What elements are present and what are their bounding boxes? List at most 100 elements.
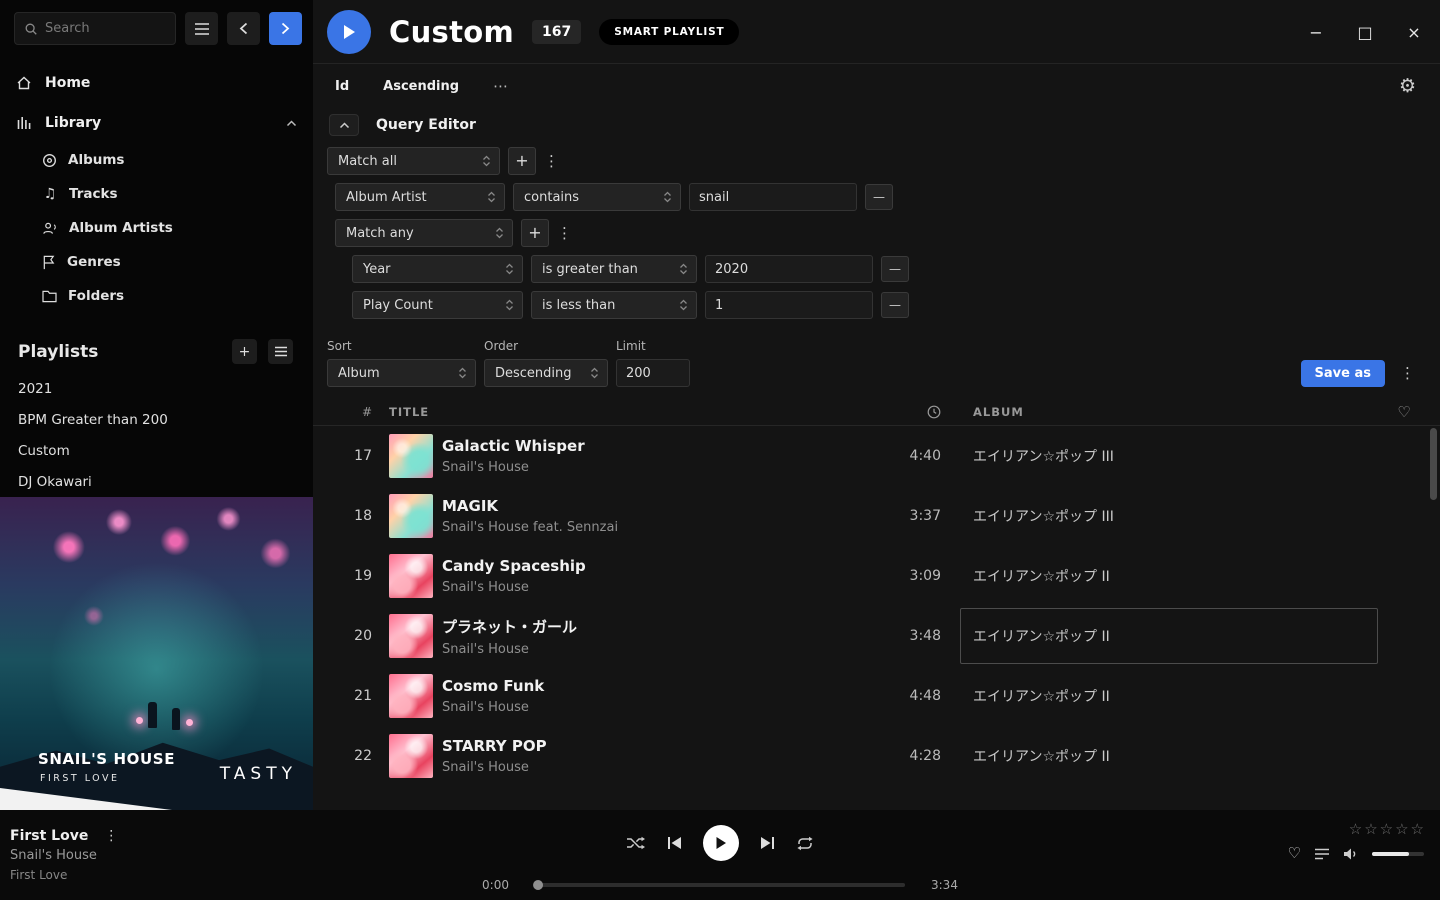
settings-gear-button[interactable]: ⚙ bbox=[1399, 75, 1416, 97]
sidebar-item-library[interactable]: Library bbox=[0, 103, 313, 143]
track-list: 17 Galactic Whisper Snail's House 4:40 エ… bbox=[313, 426, 1440, 810]
shuffle-button[interactable] bbox=[626, 836, 646, 850]
sidebar: Home Library Albums ♫ Tracks bbox=[0, 0, 313, 810]
minimize-button[interactable]: − bbox=[1306, 23, 1326, 42]
star-icon[interactable]: ☆ bbox=[1395, 822, 1408, 837]
now-playing-options-button[interactable]: ⋮ bbox=[104, 828, 118, 844]
rule-operator-select[interactable]: is greater than bbox=[531, 255, 697, 283]
track-duration: 3:37 bbox=[842, 508, 941, 524]
track-title: STARRY POP bbox=[442, 737, 842, 755]
forward-button[interactable] bbox=[269, 12, 302, 45]
sidebar-item-album-artists[interactable]: Album Artists bbox=[0, 211, 313, 245]
playlist-item[interactable]: Custom bbox=[0, 436, 313, 467]
favorite-button[interactable]: ♡ bbox=[1288, 846, 1301, 861]
remove-rule-button[interactable]: — bbox=[881, 292, 909, 318]
star-icon[interactable]: ☆ bbox=[1411, 822, 1424, 837]
previous-track-button[interactable] bbox=[667, 836, 682, 850]
now-playing-album-art[interactable]: SNAIL'S HOUSE FIRST LOVE TASTY bbox=[0, 497, 313, 810]
column-title[interactable]: TITLE bbox=[372, 405, 842, 419]
sidebar-item-albums[interactable]: Albums bbox=[0, 143, 313, 177]
add-playlist-button[interactable]: + bbox=[232, 339, 257, 364]
track-album: エイリアン☆ポップ III bbox=[973, 506, 1424, 526]
rule-operator-select[interactable]: contains bbox=[513, 183, 681, 211]
track-artist: Snail's House bbox=[442, 700, 842, 715]
play-pause-button[interactable] bbox=[703, 825, 739, 861]
heart-icon: ♡ bbox=[1397, 403, 1410, 421]
album-art-thumbnail bbox=[389, 614, 433, 658]
table-row[interactable]: 22 STARRY POP Snail's House 4:28 エイリアン☆ポ… bbox=[313, 726, 1440, 786]
nav-label: Tracks bbox=[69, 186, 118, 202]
playlist-item[interactable]: DJ Okawari bbox=[0, 467, 313, 498]
playlist-item[interactable]: BPM Greater than 200 bbox=[0, 405, 313, 436]
table-row[interactable]: 18 MAGIK Snail's House feat. Sennzai 3:3… bbox=[313, 486, 1440, 546]
sidebar-item-folders[interactable]: Folders bbox=[0, 279, 313, 313]
rule-operator-select[interactable]: is less than bbox=[531, 291, 697, 319]
menu-button[interactable] bbox=[185, 12, 218, 45]
rule-field-select[interactable]: Play Count bbox=[352, 291, 523, 319]
remove-rule-button[interactable]: — bbox=[865, 184, 893, 210]
volume-slider[interactable] bbox=[1372, 852, 1424, 856]
add-rule-button[interactable]: + bbox=[521, 219, 549, 247]
group-options-button[interactable]: ⋮ bbox=[557, 224, 571, 242]
match-type-select[interactable]: Match all bbox=[327, 147, 500, 175]
close-button[interactable]: × bbox=[1404, 23, 1424, 42]
table-row[interactable]: 19 Candy Spaceship Snail's House 3:09 エイ… bbox=[313, 546, 1440, 606]
table-row[interactable]: 17 Galactic Whisper Snail's House 4:40 エ… bbox=[313, 426, 1440, 486]
add-rule-button[interactable]: + bbox=[508, 147, 536, 175]
disc-icon bbox=[42, 153, 57, 168]
playlist-options-button[interactable] bbox=[268, 339, 293, 364]
column-favorite[interactable]: ♡ bbox=[1384, 403, 1424, 421]
select-arrows-icon bbox=[482, 154, 491, 168]
play-playlist-button[interactable] bbox=[327, 10, 371, 54]
sort-direction-button[interactable]: Ascending bbox=[383, 79, 459, 94]
sort-field-button[interactable]: Id bbox=[335, 79, 349, 94]
hamburger-icon bbox=[194, 23, 210, 35]
scrollbar-thumb[interactable] bbox=[1430, 428, 1437, 500]
column-duration[interactable] bbox=[842, 405, 941, 419]
rule-value-input[interactable] bbox=[705, 291, 873, 319]
rule-value-input[interactable] bbox=[705, 255, 873, 283]
more-options-button[interactable]: ⋯ bbox=[493, 77, 509, 95]
seek-knob[interactable] bbox=[533, 880, 543, 890]
order-label: Order bbox=[484, 339, 616, 353]
back-button[interactable] bbox=[227, 12, 260, 45]
sort-select[interactable]: Album bbox=[327, 359, 476, 387]
sidebar-item-tracks[interactable]: ♫ Tracks bbox=[0, 177, 313, 211]
column-number[interactable]: # bbox=[313, 405, 372, 419]
next-track-button[interactable] bbox=[760, 836, 775, 850]
track-artist: Snail's House feat. Sennzai bbox=[442, 520, 842, 535]
music-note-icon: ♫ bbox=[42, 186, 58, 202]
table-row[interactable]: 20 プラネット・ガール Snail's House 3:48 エイリアン☆ポッ… bbox=[313, 606, 1440, 666]
flag-icon bbox=[42, 255, 56, 270]
focused-album-cell[interactable]: エイリアン☆ポップ II bbox=[960, 608, 1378, 664]
limit-input[interactable] bbox=[616, 359, 690, 387]
rating-stars: ☆ ☆ ☆ ☆ ☆ bbox=[1349, 822, 1424, 837]
star-icon[interactable]: ☆ bbox=[1380, 822, 1393, 837]
seek-bar[interactable] bbox=[535, 883, 905, 887]
nested-match-type-select[interactable]: Match any bbox=[335, 219, 513, 247]
search-box[interactable] bbox=[14, 12, 176, 45]
volume-button[interactable] bbox=[1343, 847, 1359, 861]
search-input[interactable] bbox=[45, 21, 166, 36]
rule-field-select[interactable]: Year bbox=[352, 255, 523, 283]
star-icon[interactable]: ☆ bbox=[1349, 822, 1362, 837]
maximize-button[interactable]: □ bbox=[1355, 23, 1375, 42]
rule-field-select[interactable]: Album Artist bbox=[335, 183, 505, 211]
group-options-button[interactable]: ⋮ bbox=[544, 152, 558, 170]
playlist-item[interactable]: 2021 bbox=[0, 374, 313, 405]
query-editor-collapse-button[interactable] bbox=[329, 114, 359, 136]
order-select[interactable]: Descending bbox=[484, 359, 608, 387]
column-album[interactable]: ALBUM bbox=[973, 405, 1384, 419]
now-playing-title: First Love bbox=[10, 828, 88, 844]
save-options-button[interactable]: ⋮ bbox=[1400, 364, 1414, 382]
sidebar-item-home[interactable]: Home bbox=[0, 63, 313, 103]
save-as-button[interactable]: Save as bbox=[1301, 360, 1385, 387]
track-duration: 4:40 bbox=[842, 448, 941, 464]
queue-button[interactable] bbox=[1314, 848, 1330, 860]
remove-rule-button[interactable]: — bbox=[881, 256, 909, 282]
table-row[interactable]: 21 Cosmo Funk Snail's House 4:48 エイリアン☆ポ… bbox=[313, 666, 1440, 726]
star-icon[interactable]: ☆ bbox=[1364, 822, 1377, 837]
repeat-button[interactable] bbox=[796, 836, 814, 851]
sidebar-item-genres[interactable]: Genres bbox=[0, 245, 313, 279]
rule-value-input[interactable] bbox=[689, 183, 857, 211]
